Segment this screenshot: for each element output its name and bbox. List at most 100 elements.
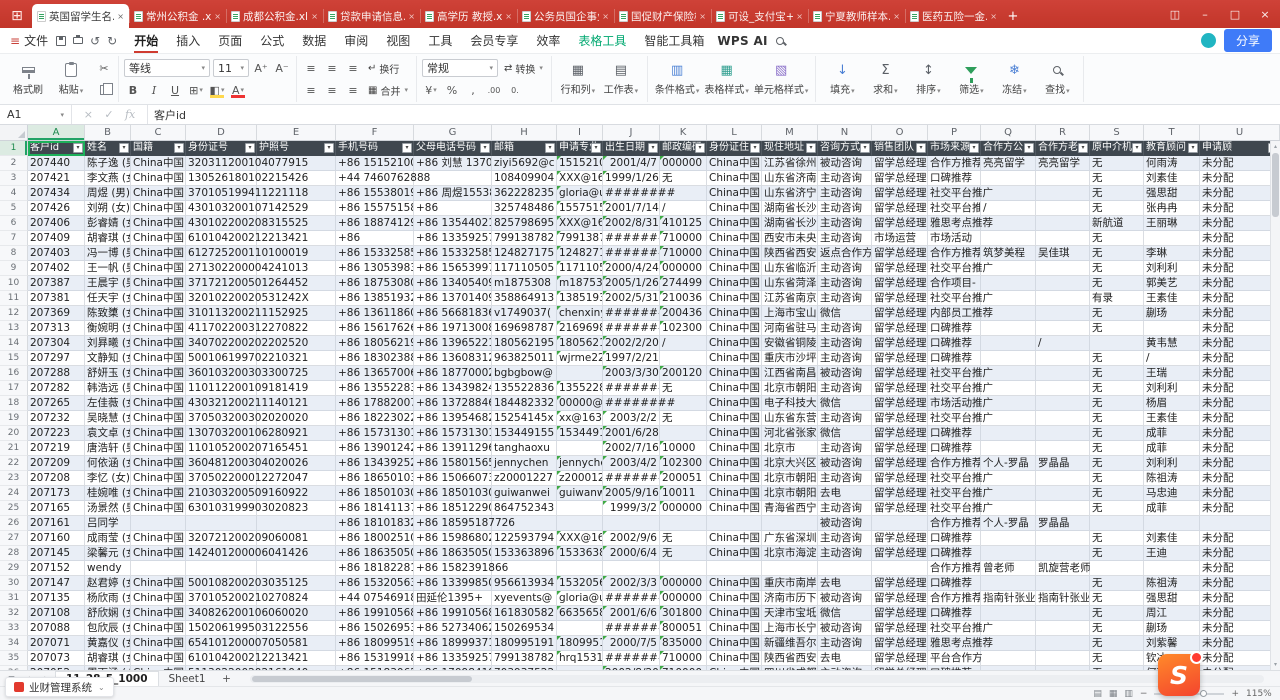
percent-button[interactable]: %	[443, 82, 461, 99]
data-cell[interactable]: 主动咨询	[818, 216, 872, 231]
data-cell[interactable]: China中国	[707, 621, 762, 636]
data-cell[interactable]: 主动咨询	[818, 546, 872, 561]
data-cell[interactable]	[131, 516, 186, 531]
data-cell[interactable]: 留学总经理	[872, 306, 928, 321]
data-cell[interactable]: 161830582	[492, 606, 557, 621]
data-cell[interactable]: 207288	[28, 366, 85, 381]
data-cell[interactable]: +86 18635050	[336, 546, 414, 561]
data-cell[interactable]: China中国	[131, 336, 186, 351]
row-number[interactable]: 22	[0, 456, 28, 471]
data-cell[interactable]: 2005/9/16	[603, 486, 660, 501]
data-cell[interactable]: 留学总经理	[872, 636, 928, 651]
assistant-widget[interactable]: 业财管理系统 ⌄	[5, 677, 114, 697]
data-cell[interactable]: 102300	[660, 456, 707, 471]
data-cell[interactable]: 留学总经理	[872, 366, 928, 381]
data-cell[interactable]: 山东省东营	[762, 411, 818, 426]
data-cell[interactable]: 陕西省西安	[762, 246, 818, 261]
formula-input[interactable]: 客户id	[148, 105, 1280, 124]
file-tab[interactable]: 公务员国企事业单..×	[517, 4, 614, 28]
data-cell[interactable]: 罗晶晶	[1036, 516, 1090, 531]
data-cell[interactable]	[603, 516, 660, 531]
data-cell[interactable]: 2002/3/3	[603, 576, 660, 591]
data-cell[interactable]: 362228235	[492, 186, 557, 201]
row-number[interactable]: 6	[0, 216, 28, 231]
data-cell[interactable]	[1144, 561, 1200, 576]
data-cell[interactable]: 刘利利	[1144, 381, 1200, 396]
row-number[interactable]: 34	[0, 636, 28, 651]
data-cell[interactable]: 15320563(	[557, 576, 603, 591]
data-cell[interactable]: 153363896	[492, 546, 557, 561]
header-cell[interactable]: 合作方公▾	[981, 141, 1036, 156]
data-cell[interactable]: +86 1899937166	[414, 636, 492, 651]
data-cell[interactable]: 610104200212213421	[186, 231, 257, 246]
filter-dropdown-icon[interactable]: ▾	[695, 143, 705, 153]
data-cell[interactable]: +86 1565399710	[414, 261, 492, 276]
data-cell[interactable]: 1997/2/21	[603, 351, 660, 366]
data-cell[interactable]: 雅思考点推荐	[928, 216, 981, 231]
row-number[interactable]: 26	[0, 516, 28, 531]
data-cell[interactable]: 未分配	[1200, 606, 1280, 621]
data-cell[interactable]: 630103199903020823	[186, 501, 257, 516]
data-cell[interactable]: 蒯玚	[1144, 306, 1200, 321]
decrease-decimal-button[interactable]: 0.	[506, 82, 524, 99]
data-cell[interactable]: 207160	[28, 531, 85, 546]
zoom-in-icon[interactable]: +	[1231, 689, 1239, 699]
data-cell[interactable]: +86 17882007	[336, 396, 414, 411]
data-cell[interactable]: 207108	[28, 606, 85, 621]
data-cell[interactable]: 未分配	[1200, 546, 1280, 561]
data-cell[interactable]: 142401200006041426	[186, 546, 257, 561]
data-cell[interactable]: 207152	[28, 561, 85, 576]
data-cell[interactable]: z20001227(	[557, 471, 603, 486]
sum-button[interactable]: Σ 求和▾	[864, 57, 906, 101]
data-cell[interactable]: xx@163.cc	[557, 411, 603, 426]
data-cell[interactable]: 留学总经理	[872, 621, 928, 636]
data-cell[interactable]	[660, 516, 707, 531]
row-number[interactable]: 30	[0, 576, 28, 591]
data-cell[interactable]: 207409	[28, 231, 85, 246]
data-cell[interactable]: 2003/4/2	[603, 456, 660, 471]
data-cell[interactable]	[981, 576, 1036, 591]
data-cell[interactable]: 何雨涛	[1144, 156, 1200, 171]
add-sheet-button[interactable]: +	[218, 673, 236, 685]
data-cell[interactable]	[981, 441, 1036, 456]
data-cell[interactable]: 口碑推荐	[928, 426, 981, 441]
close-tab-icon[interactable]: ×	[117, 12, 124, 21]
data-cell[interactable]	[186, 516, 257, 531]
data-cell[interactable]: 刘朔 (女)	[85, 201, 131, 216]
data-cell[interactable]	[1036, 171, 1090, 186]
header-cell[interactable]: 国籍▾	[131, 141, 186, 156]
data-cell[interactable]: 上海市宝山	[762, 306, 818, 321]
data-cell[interactable]: 无	[1090, 636, 1144, 651]
data-cell[interactable]: 122593794	[492, 531, 557, 546]
data-cell[interactable]: 无	[1090, 426, 1144, 441]
row-number[interactable]: 19	[0, 411, 28, 426]
close-tab-icon[interactable]: ×	[505, 12, 512, 21]
data-cell[interactable]: 社交平台推广	[928, 366, 981, 381]
row-number[interactable]: 16	[0, 366, 28, 381]
data-cell[interactable]: +86 13657006	[336, 366, 414, 381]
data-cell[interactable]: 无	[1090, 306, 1144, 321]
data-cell[interactable]: +86 52734062	[414, 621, 492, 636]
close-tab-icon[interactable]: ×	[893, 12, 900, 21]
data-cell[interactable]: China中国	[707, 246, 762, 261]
data-cell[interactable]: China中国	[707, 381, 762, 396]
data-cell[interactable]: China中国	[707, 501, 762, 516]
data-cell[interactable]: 合作方推荐	[928, 591, 981, 606]
data-cell[interactable]: 被动咨询	[818, 621, 872, 636]
data-cell[interactable]: +86 18874129	[336, 216, 414, 231]
filter-dropdown-icon[interactable]: ▾	[545, 143, 555, 153]
data-cell[interactable]: 曾老师	[981, 561, 1036, 576]
file-tab[interactable]: 高学历 教授.xlsx×	[420, 4, 517, 28]
data-cell[interactable]: China中国	[707, 351, 762, 366]
data-cell[interactable]: 无	[1090, 606, 1144, 621]
data-cell[interactable]: 社交平台推广	[928, 411, 981, 426]
horizontal-scrollbar[interactable]	[250, 675, 1264, 683]
data-cell[interactable]: 无	[1090, 186, 1144, 201]
data-cell[interactable]: 370105200210270824	[186, 591, 257, 606]
data-cell[interactable]: 重庆市沙坪	[762, 351, 818, 366]
data-cell[interactable]: +86 18002510	[336, 531, 414, 546]
data-cell[interactable]: +86 15319918	[336, 651, 414, 666]
data-cell[interactable]: 刘素佳	[1144, 171, 1200, 186]
name-box[interactable]: A1 ▾	[0, 105, 72, 124]
data-cell[interactable]: 返点合作方	[818, 246, 872, 261]
